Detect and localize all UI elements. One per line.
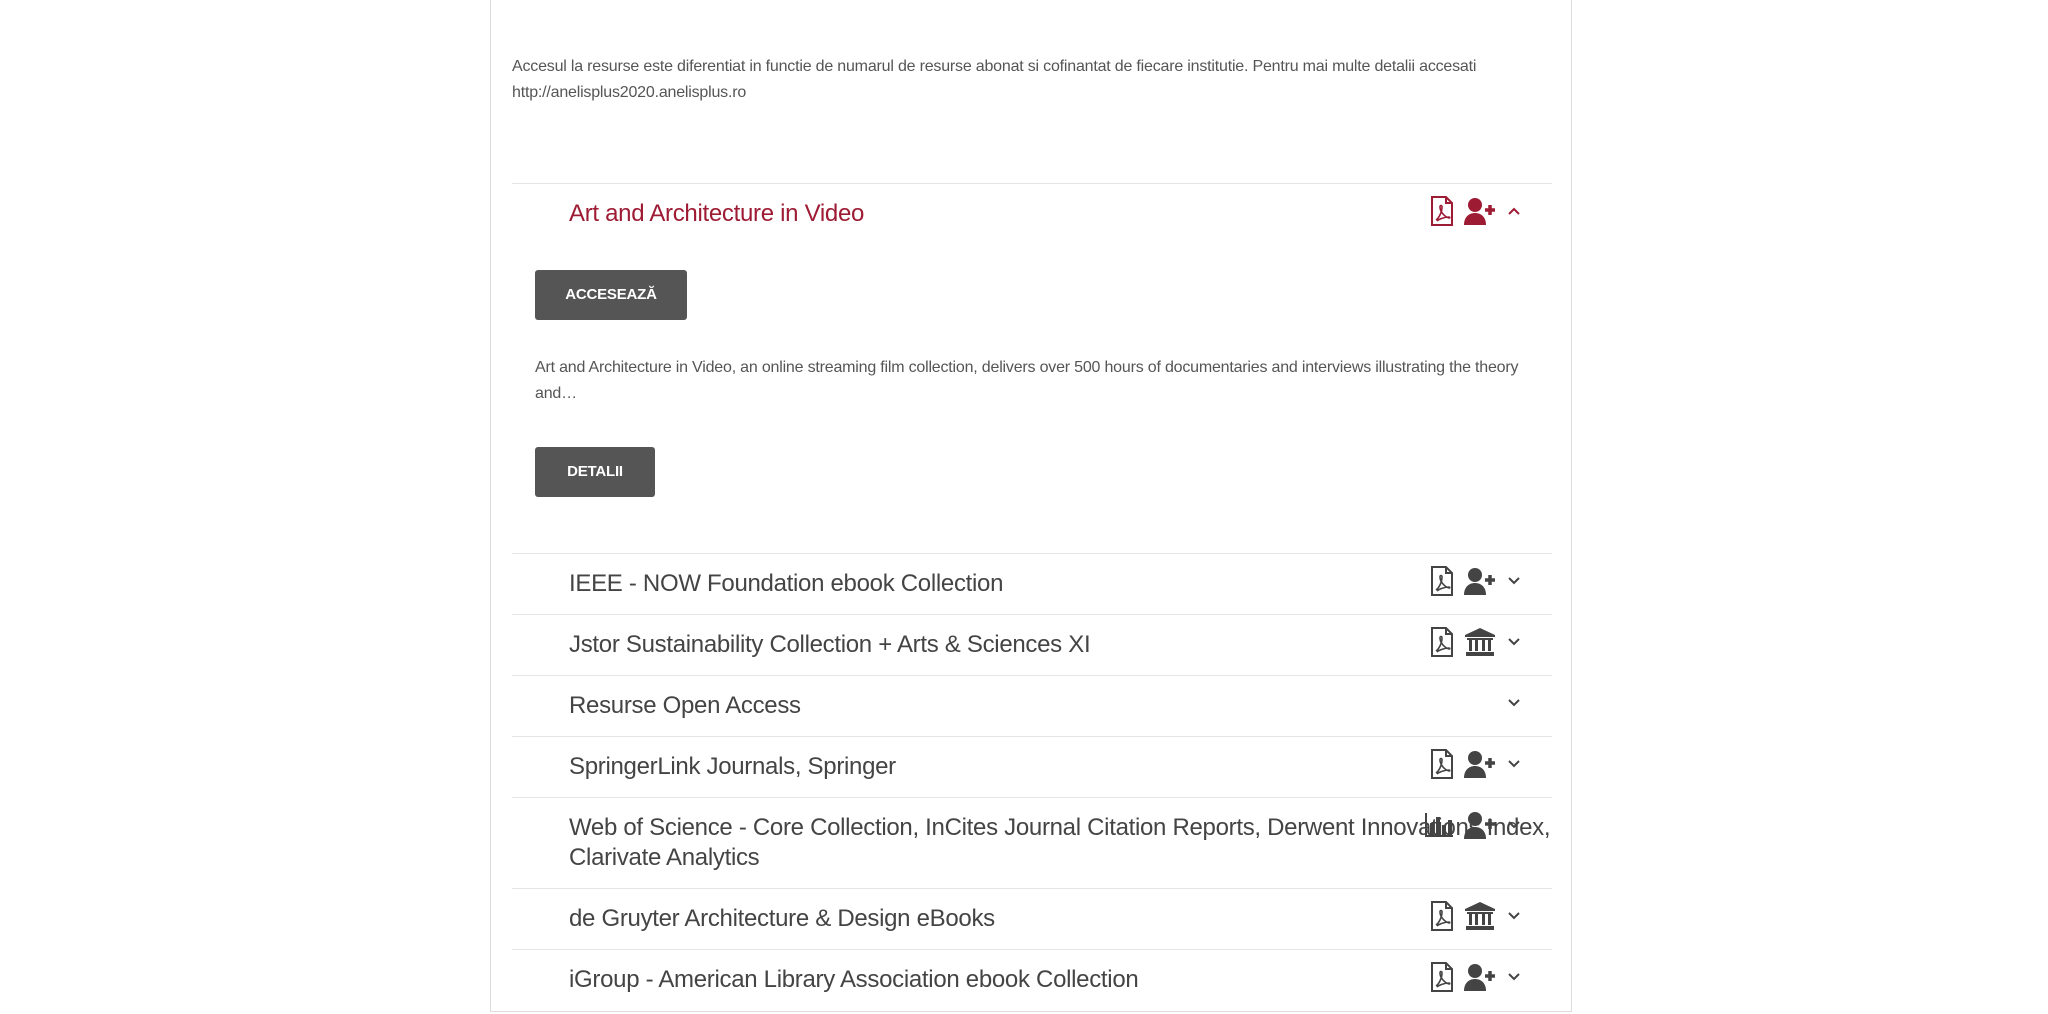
accordion-title-continued[interactable]: Clarivate Analytics	[569, 843, 760, 873]
accordion-item[interactable]: iGroup - American Library Association eb…	[512, 949, 1552, 1011]
accordion-item[interactable]: SpringerLink Journals, Springer	[512, 736, 1552, 798]
pdf-icon	[1430, 901, 1454, 931]
chevron-down-icon[interactable]	[1506, 817, 1522, 833]
accordion-title[interactable]: de Gruyter Architecture & Design eBooks	[569, 904, 995, 934]
institution-icon	[1464, 628, 1496, 656]
chevron-down-icon[interactable]	[1506, 695, 1522, 711]
details-button[interactable]: DETALII	[535, 447, 655, 497]
chevron-down-icon[interactable]	[1506, 756, 1522, 772]
accordion-title[interactable]: Web of Science - Core Collection, InCite…	[569, 813, 1550, 843]
pdf-icon	[1430, 749, 1454, 779]
accordion-item[interactable]: Web of Science - Core Collection, InCite…	[512, 797, 1552, 889]
resources-panel: Accesul la resurse este diferentiat in f…	[490, 0, 1572, 1012]
accordion-item-expanded: Art and Architecture in Video ACCESEAZĂ …	[512, 183, 1552, 554]
user-plus-icon	[1464, 963, 1496, 991]
description-line: and…	[535, 385, 577, 402]
accordion-title[interactable]: Jstor Sustainability Collection + Arts &…	[569, 630, 1091, 660]
notice-link[interactable]: http://anelisplus2020.anelisplus.ro	[512, 80, 1512, 106]
access-button[interactable]: ACCESEAZĂ	[535, 270, 687, 320]
accordion-title[interactable]: IEEE - NOW Foundation ebook Collection	[569, 569, 1003, 599]
accordion-item[interactable]: Jstor Sustainability Collection + Arts &…	[512, 614, 1552, 676]
user-plus-icon	[1464, 197, 1496, 225]
pdf-icon	[1430, 566, 1454, 596]
accordion-title[interactable]: SpringerLink Journals, Springer	[569, 752, 896, 782]
chevron-down-icon[interactable]	[1506, 634, 1522, 650]
pdf-icon	[1430, 962, 1454, 992]
accordion-item[interactable]: IEEE - NOW Foundation ebook Collection	[512, 553, 1552, 615]
access-notice: Accesul la resurse este diferentiat in f…	[512, 54, 1512, 106]
accordion-title[interactable]: iGroup - American Library Association eb…	[569, 965, 1139, 995]
user-plus-icon	[1464, 567, 1496, 595]
pdf-icon	[1430, 196, 1454, 226]
bar-chart-icon	[1424, 811, 1454, 839]
accordion-item[interactable]: Resurse Open Access	[512, 675, 1552, 737]
accordion-title[interactable]: Resurse Open Access	[569, 691, 801, 721]
pdf-icon	[1430, 627, 1454, 657]
description-line: Art and Architecture in Video, an online…	[535, 359, 1519, 376]
chevron-down-icon[interactable]	[1506, 573, 1522, 589]
notice-text: Accesul la resurse este diferentiat in f…	[512, 58, 1477, 75]
institution-icon	[1464, 902, 1496, 930]
chevron-down-icon[interactable]	[1506, 969, 1522, 985]
user-plus-icon	[1464, 750, 1496, 778]
accordion-title[interactable]: Art and Architecture in Video	[569, 199, 864, 229]
chevron-up-icon[interactable]	[1506, 203, 1522, 219]
user-plus-icon	[1464, 811, 1496, 839]
accordion-item[interactable]: de Gruyter Architecture & Design eBooks	[512, 888, 1552, 950]
chevron-down-icon[interactable]	[1506, 908, 1522, 924]
